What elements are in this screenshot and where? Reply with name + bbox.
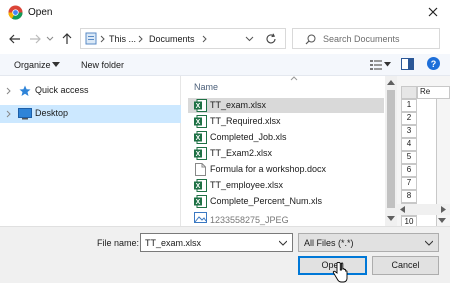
file-name: TT_employee.xlsx — [210, 180, 284, 190]
breadcrumb-documents[interactable]: Documents — [149, 34, 195, 44]
svg-text:X: X — [196, 151, 201, 158]
breadcrumb-separator-icon — [138, 35, 144, 43]
svg-text:X: X — [196, 135, 201, 142]
file-row[interactable]: X TT_employee.xlsx — [188, 178, 384, 193]
expand-chevron-icon[interactable] — [6, 87, 12, 95]
address-bar[interactable]: This ... Documents — [80, 28, 286, 49]
star-icon — [19, 85, 31, 97]
file-name: 1233558275_JPEG — [210, 215, 289, 225]
svg-text:X: X — [196, 199, 201, 206]
preview-pane-icon[interactable] — [401, 58, 414, 70]
file-row[interactable]: X TT_exam.xlsx — [188, 98, 384, 113]
file-name-input[interactable]: TT_exam.xlsx — [140, 233, 293, 252]
folder-location-icon — [85, 32, 97, 45]
tree-item-quick-access[interactable]: Quick access — [0, 82, 181, 100]
sheet-row-number: 5 — [401, 151, 417, 164]
file-type-value: All Files (*.*) — [304, 238, 354, 248]
scroll-up-icon[interactable] — [387, 79, 395, 85]
document-icon — [195, 163, 206, 176]
sheet-row-number: 7 — [401, 177, 417, 190]
file-name: Completed_Job.xls — [210, 132, 287, 142]
address-dropdown-icon[interactable] — [245, 35, 254, 43]
file-name-label: File name: — [97, 238, 140, 248]
close-icon[interactable] — [426, 5, 440, 19]
file-row[interactable]: Formula for a workshop.docx — [188, 162, 384, 177]
title-bar — [0, 0, 450, 26]
sheet-row-number: 8 — [401, 190, 417, 203]
file-row[interactable]: X Completed_Job.xls — [188, 130, 384, 145]
file-type-dropdown-icon[interactable] — [425, 240, 433, 246]
file-name: TT_exam.xlsx — [210, 100, 267, 110]
file-row[interactable]: 1233558275_JPEG — [188, 210, 384, 226]
excel-icon: X — [194, 179, 207, 192]
view-dropdown-icon[interactable] — [384, 62, 391, 67]
sheet-row-number: 1 — [401, 99, 417, 112]
collapse-header-icon[interactable] — [290, 76, 298, 81]
file-name-dropdown-icon[interactable] — [279, 240, 287, 246]
file-name-value: TT_exam.xlsx — [145, 238, 202, 248]
window-title: Open — [28, 7, 53, 18]
preview-scroll-down-icon[interactable] — [438, 218, 446, 224]
search-placeholder: Search Documents — [323, 34, 400, 44]
expand-chevron-icon[interactable] — [6, 110, 12, 118]
breadcrumb-this-pc[interactable]: This ... — [109, 34, 136, 44]
cancel-button[interactable]: Cancel — [372, 256, 439, 275]
sheet-row-number: 3 — [401, 125, 417, 138]
file-type-select[interactable]: All Files (*.*) — [298, 233, 439, 252]
mouse-pointer-icon — [332, 262, 348, 283]
preview-pane: Re 1 2 3 4 5 6 7 8 9 10 — [397, 76, 450, 226]
command-bar — [0, 54, 450, 76]
desktop-icon — [18, 108, 32, 120]
breadcrumb-separator-icon — [202, 35, 208, 43]
file-name: TT_Exam2.xlsx — [210, 148, 273, 158]
view-options-icon[interactable] — [370, 59, 382, 70]
organize-dropdown-icon[interactable] — [52, 62, 60, 68]
svg-text:?: ? — [431, 59, 437, 69]
excel-icon: X — [194, 115, 207, 128]
file-row[interactable]: X Complete_Percent_Num.xls — [188, 194, 384, 209]
search-input[interactable]: Search Documents — [292, 28, 440, 49]
file-name: Complete_Percent_Num.xls — [210, 196, 323, 206]
excel-icon: X — [194, 195, 207, 208]
forward-icon[interactable] — [28, 32, 42, 46]
excel-icon: X — [194, 99, 207, 112]
file-name: TT_Required.xlsx — [210, 116, 281, 126]
sheet-col-header: Re — [417, 86, 450, 99]
search-icon — [305, 34, 316, 45]
help-icon[interactable]: ? — [427, 57, 440, 70]
preview-hscroll[interactable] — [397, 204, 450, 215]
recent-locations-icon[interactable] — [46, 35, 54, 43]
file-name: Formula for a workshop.docx — [210, 164, 327, 174]
sheet-row-number: 10 — [401, 216, 417, 226]
tree-item-desktop[interactable]: Desktop — [0, 105, 181, 123]
excel-icon: X — [194, 147, 207, 160]
scroll-down-icon[interactable] — [387, 216, 395, 222]
new-folder-button[interactable]: New folder — [81, 60, 124, 70]
sheet-corner — [401, 86, 417, 99]
back-icon[interactable] — [8, 32, 22, 46]
svg-text:X: X — [196, 183, 201, 190]
svg-text:X: X — [196, 119, 201, 126]
sheet-row-number: 6 — [401, 164, 417, 177]
tree-label-desktop: Desktop — [35, 108, 69, 118]
column-header-name[interactable]: Name — [194, 82, 218, 92]
svg-text:X: X — [196, 103, 201, 110]
sheet-col-header-text: Re — [420, 87, 431, 96]
chrome-icon — [8, 5, 23, 20]
organize-button[interactable]: Organize — [14, 60, 51, 70]
image-icon — [194, 211, 207, 224]
breadcrumb-separator-icon — [100, 35, 106, 43]
preview-scroll-left-icon[interactable] — [400, 206, 406, 213]
refresh-icon[interactable] — [265, 33, 277, 45]
tree-label-quick-access: Quick access — [35, 85, 89, 95]
excel-icon: X — [194, 131, 207, 144]
file-row[interactable]: X TT_Exam2.xlsx — [188, 146, 384, 161]
file-row[interactable]: X TT_Required.xlsx — [188, 114, 384, 129]
sheet-row-number: 2 — [401, 112, 417, 125]
sheet-row-number: 4 — [401, 138, 417, 151]
preview-scroll-right-icon[interactable] — [440, 206, 446, 213]
up-icon[interactable] — [60, 32, 74, 46]
scroll-thumb[interactable] — [387, 90, 395, 208]
